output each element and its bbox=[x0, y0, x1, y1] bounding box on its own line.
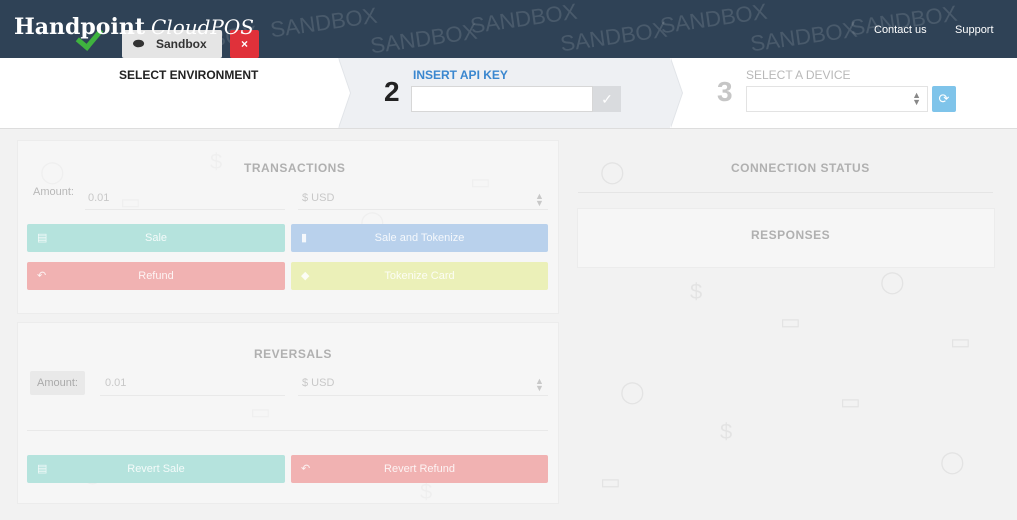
pattern-icon: ▭ bbox=[780, 309, 801, 334]
undo-icon: ↶ bbox=[301, 463, 311, 475]
pattern-icon: ▭ bbox=[950, 329, 971, 354]
reversal-currency-select[interactable]: $ USD bbox=[302, 377, 334, 389]
card-icon: ▤ bbox=[37, 463, 48, 475]
undo-icon: ↶ bbox=[37, 270, 47, 282]
field-underline bbox=[100, 395, 285, 396]
sandbox-watermark: SANDBOX bbox=[368, 18, 479, 58]
pattern-icon: ◯ bbox=[600, 159, 625, 184]
currency-select[interactable]: $ USD bbox=[302, 192, 334, 204]
field-underline bbox=[27, 430, 548, 431]
sale-and-tokenize-button[interactable]: ▮ Sale and Tokenize bbox=[291, 224, 548, 252]
field-underline bbox=[298, 395, 548, 396]
field-underline bbox=[298, 209, 548, 210]
transactions-title: TRANSACTIONS bbox=[244, 161, 346, 175]
brand-logo: Handpoint CloudPOS bbox=[14, 14, 254, 40]
brand-product: CloudPOS bbox=[151, 15, 254, 39]
connection-status-title: CONNECTION STATUS bbox=[731, 161, 870, 175]
step-title: SELECT A DEVICE bbox=[746, 68, 851, 82]
chevron-updown-icon: ▲ ▼ bbox=[535, 376, 544, 393]
step-divider bbox=[338, 58, 350, 128]
revert-sale-label: Revert Sale bbox=[127, 463, 185, 475]
api-key-confirm-button[interactable]: ✓ bbox=[593, 86, 621, 112]
tag-icon: ◆ bbox=[301, 270, 310, 282]
amount-label: Amount: bbox=[33, 186, 74, 198]
pattern-icon: ◯ bbox=[940, 449, 965, 474]
tokenize-card-button[interactable]: ◆ Tokenize Card bbox=[291, 262, 548, 290]
api-key-input[interactable] bbox=[411, 86, 593, 112]
sale-label: Sale bbox=[144, 232, 168, 244]
chevron-updown-icon: ▲ ▼ bbox=[912, 90, 921, 107]
refresh-devices-button[interactable]: ⟳ bbox=[932, 86, 956, 112]
card-icon: ▤ bbox=[37, 232, 48, 244]
field-underline bbox=[85, 209, 285, 210]
amount-label: Amount: bbox=[30, 371, 85, 395]
step-divider bbox=[670, 58, 682, 128]
responses-title: RESPONSES bbox=[751, 228, 831, 242]
step-number: 3 bbox=[717, 76, 733, 107]
refund-button[interactable]: ↶ Refund bbox=[27, 262, 285, 290]
amount-input[interactable]: 0.01 bbox=[88, 192, 109, 204]
refund-label: Refund bbox=[138, 270, 174, 282]
contact-us-link[interactable]: Contact us bbox=[874, 24, 927, 36]
brand-name: Handpoint bbox=[14, 14, 145, 40]
step-number: 2 bbox=[384, 76, 400, 107]
reversal-amount-input[interactable]: 0.01 bbox=[105, 377, 126, 389]
revert-refund-label: Revert Refund bbox=[384, 463, 455, 475]
pattern-icon: ◯ bbox=[620, 379, 645, 404]
sale-button[interactable]: ▤ Sale bbox=[27, 224, 285, 252]
revert-refund-button[interactable]: ↶ Revert Refund bbox=[291, 455, 548, 483]
reversals-title: REVERSALS bbox=[254, 347, 332, 361]
pattern-icon: $ bbox=[720, 419, 733, 444]
tokenize-card-label: Tokenize Card bbox=[384, 270, 455, 282]
support-link[interactable]: Support bbox=[955, 24, 994, 36]
sandbox-watermark: SANDBOX bbox=[268, 2, 379, 43]
revert-sale-button[interactable]: ▤ Revert Sale bbox=[27, 455, 285, 483]
bookmark-icon: ▮ bbox=[301, 232, 308, 244]
step-title: INSERT API KEY bbox=[413, 68, 508, 82]
sale-and-tokenize-label: Sale and Tokenize bbox=[374, 232, 465, 244]
pattern-icon: ▭ bbox=[840, 389, 861, 414]
section-divider bbox=[578, 192, 993, 193]
pattern-icon: ▭ bbox=[600, 469, 621, 494]
device-select[interactable]: ▲ ▼ bbox=[746, 86, 928, 112]
chevron-updown-icon: ▲ ▼ bbox=[535, 191, 544, 208]
pattern-icon: ◯ bbox=[880, 269, 905, 294]
pattern-icon: $ bbox=[690, 279, 703, 304]
step-title: SELECT ENVIRONMENT bbox=[119, 68, 259, 82]
